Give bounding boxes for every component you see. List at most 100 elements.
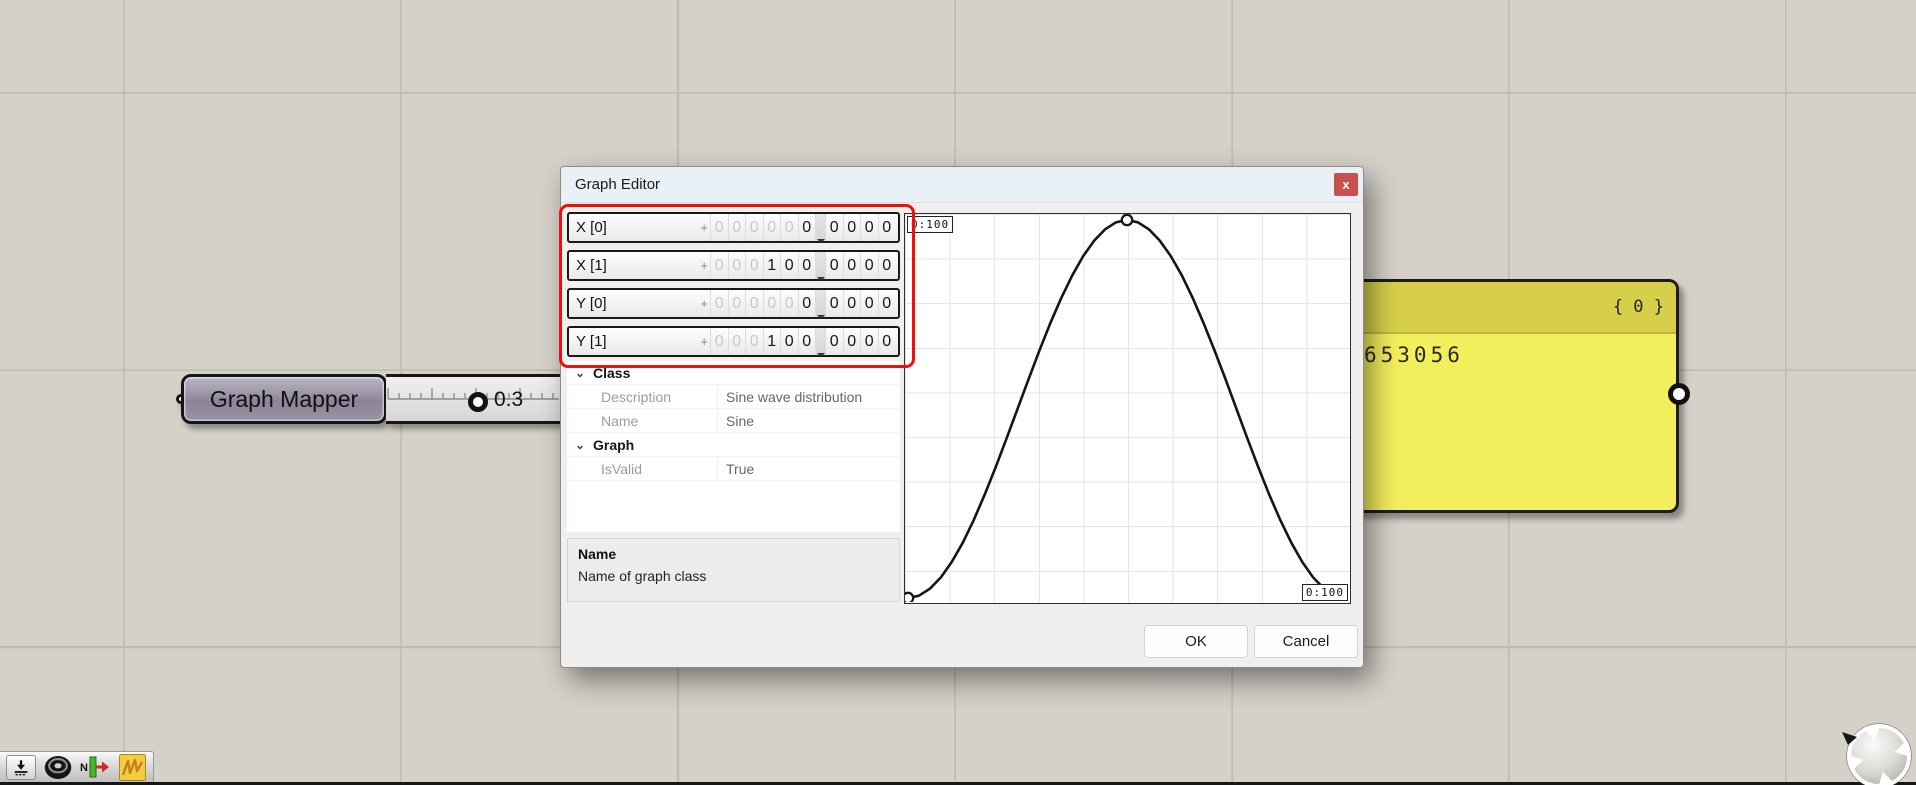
integer-digit[interactable]: 0 bbox=[728, 252, 746, 279]
grasshopper-canvas[interactable]: Graph Mapper 0.3 { 0 } 653056 Graph Edit… bbox=[0, 0, 1916, 785]
collapse-chevron-icon[interactable]: ⌄ bbox=[567, 438, 593, 452]
digit-row-y0[interactable]: Y [0]+0000000000 bbox=[567, 288, 900, 319]
decimal-digit[interactable]: 0 bbox=[878, 252, 896, 279]
close-button[interactable]: x bbox=[1334, 173, 1358, 196]
svg-text:N: N bbox=[80, 762, 88, 774]
property-label: Name bbox=[567, 410, 718, 432]
sign-digit[interactable]: + bbox=[700, 220, 710, 235]
graph-editor-dialog[interactable]: Graph Editor x X [0]+0000000000X [1]+000… bbox=[560, 166, 1364, 668]
output-grip[interactable] bbox=[1668, 383, 1690, 405]
integer-digit[interactable]: 0 bbox=[745, 252, 763, 279]
property-label: Description bbox=[567, 386, 718, 408]
integer-digit[interactable]: 0 bbox=[745, 328, 763, 355]
decimal-digit[interactable]: 0 bbox=[878, 328, 896, 355]
integer-digit[interactable]: 0 bbox=[780, 290, 798, 317]
property-value: Sine bbox=[718, 413, 754, 429]
property-value: True bbox=[718, 461, 754, 477]
sine-curve-plot[interactable] bbox=[905, 214, 1349, 602]
decimal-digit[interactable]: 0 bbox=[860, 214, 878, 241]
integer-digit[interactable]: 1 bbox=[763, 328, 781, 355]
property-value: Sine wave distribution bbox=[718, 389, 862, 405]
domain-label-top-left: 0:100 bbox=[907, 216, 953, 233]
category-name: Class bbox=[593, 365, 630, 381]
number-slider-track[interactable]: 0.3 bbox=[386, 374, 565, 424]
curve-grip[interactable] bbox=[1122, 215, 1132, 225]
digit-row-x0[interactable]: X [0]+0000000000 bbox=[567, 212, 900, 243]
integer-digit[interactable]: 0 bbox=[798, 328, 816, 355]
scribble-button[interactable] bbox=[117, 754, 147, 781]
data-panel[interactable]: { 0 } 653056 bbox=[1345, 279, 1679, 513]
category-name: Graph bbox=[593, 437, 634, 453]
puck-icon bbox=[43, 754, 73, 781]
jump-to-button[interactable]: N bbox=[80, 754, 110, 781]
sign-digit[interactable]: + bbox=[700, 334, 710, 349]
integer-digit[interactable]: 0 bbox=[798, 252, 816, 279]
integer-digit[interactable]: 0 bbox=[798, 290, 816, 317]
sign-digit[interactable]: + bbox=[700, 296, 710, 311]
canvas-toolbar[interactable]: N bbox=[0, 751, 154, 782]
decimal-digit[interactable]: 0 bbox=[860, 290, 878, 317]
property-grid[interactable]: ⌄ClassDescriptionSine wave distributionN… bbox=[567, 361, 900, 532]
decimal-digit[interactable]: 0 bbox=[825, 328, 843, 355]
graph-preview-panel[interactable]: 0:100 0:100 bbox=[904, 213, 1351, 604]
integer-digit[interactable]: 0 bbox=[763, 290, 781, 317]
property-category-graph[interactable]: ⌄Graph bbox=[567, 433, 900, 457]
integer-digit[interactable]: 0 bbox=[763, 214, 781, 241]
decimal-digit[interactable]: 0 bbox=[878, 214, 896, 241]
cancel-button[interactable]: Cancel bbox=[1254, 625, 1358, 658]
collapse-chevron-icon[interactable]: ⌄ bbox=[567, 366, 593, 380]
decimal-digit[interactable]: 0 bbox=[860, 328, 878, 355]
canvas-compass[interactable] bbox=[1840, 718, 1916, 785]
row-label: Y [1] bbox=[569, 333, 607, 350]
navigation-ball-icon bbox=[1840, 718, 1916, 785]
decimal-digit[interactable]: 0 bbox=[825, 214, 843, 241]
integer-digit[interactable]: 0 bbox=[745, 290, 763, 317]
integer-digit[interactable]: 0 bbox=[728, 214, 746, 241]
integer-digit[interactable]: 0 bbox=[710, 214, 728, 241]
decimal-digit[interactable]: 0 bbox=[825, 290, 843, 317]
property-row-name[interactable]: NameSine bbox=[567, 409, 900, 433]
graph-mapper-label: Graph Mapper bbox=[210, 386, 358, 413]
sign-digit[interactable]: + bbox=[700, 258, 710, 273]
sketch-puck-button[interactable] bbox=[43, 754, 73, 781]
data-panel-body[interactable]: { 0 } 653056 bbox=[1345, 279, 1679, 513]
decimal-digit[interactable]: 0 bbox=[843, 252, 861, 279]
dialog-titlebar[interactable]: Graph Editor x bbox=[561, 167, 1363, 203]
digit-row-y1[interactable]: Y [1]+0001000000 bbox=[567, 326, 900, 357]
decimal-separator bbox=[815, 290, 825, 317]
decimal-digit[interactable]: 0 bbox=[878, 290, 896, 317]
integer-digit[interactable]: 0 bbox=[780, 214, 798, 241]
integer-digit[interactable]: 0 bbox=[710, 290, 728, 317]
row-label: X [0] bbox=[569, 219, 607, 236]
decimal-separator bbox=[815, 252, 825, 279]
integer-digit[interactable]: 0 bbox=[798, 214, 816, 241]
integer-digit[interactable]: 0 bbox=[710, 328, 728, 355]
property-row-isvalid[interactable]: IsValidTrue bbox=[567, 457, 900, 481]
integer-digit[interactable]: 0 bbox=[728, 290, 746, 317]
property-row-description[interactable]: DescriptionSine wave distribution bbox=[567, 385, 900, 409]
integer-digit[interactable]: 0 bbox=[728, 328, 746, 355]
property-category-class[interactable]: ⌄Class bbox=[567, 361, 900, 385]
scribble-icon bbox=[119, 754, 146, 781]
graph-mapper-capsule[interactable]: Graph Mapper bbox=[181, 374, 387, 424]
decimal-digit[interactable]: 0 bbox=[825, 252, 843, 279]
download-icon bbox=[12, 759, 30, 776]
decimal-digit[interactable]: 0 bbox=[843, 290, 861, 317]
integer-digit[interactable]: 0 bbox=[780, 252, 798, 279]
decimal-digit[interactable]: 0 bbox=[843, 214, 861, 241]
jump-icon: N bbox=[80, 754, 110, 780]
download-button[interactable] bbox=[6, 755, 36, 780]
integer-digit[interactable]: 0 bbox=[780, 328, 798, 355]
slider-knob[interactable] bbox=[468, 392, 488, 412]
decimal-digit[interactable]: 0 bbox=[860, 252, 878, 279]
decimal-separator bbox=[815, 214, 825, 241]
integer-digit[interactable]: 0 bbox=[745, 214, 763, 241]
graph-mapper-component[interactable]: Graph Mapper 0.3 bbox=[181, 374, 565, 424]
decimal-digit[interactable]: 0 bbox=[843, 328, 861, 355]
integer-digit[interactable]: 1 bbox=[763, 252, 781, 279]
row-label: Y [0] bbox=[569, 295, 607, 312]
ok-button[interactable]: OK bbox=[1144, 625, 1248, 658]
integer-digit[interactable]: 0 bbox=[710, 252, 728, 279]
curve-grip[interactable] bbox=[905, 593, 913, 602]
digit-row-x1[interactable]: X [1]+0001000000 bbox=[567, 250, 900, 281]
